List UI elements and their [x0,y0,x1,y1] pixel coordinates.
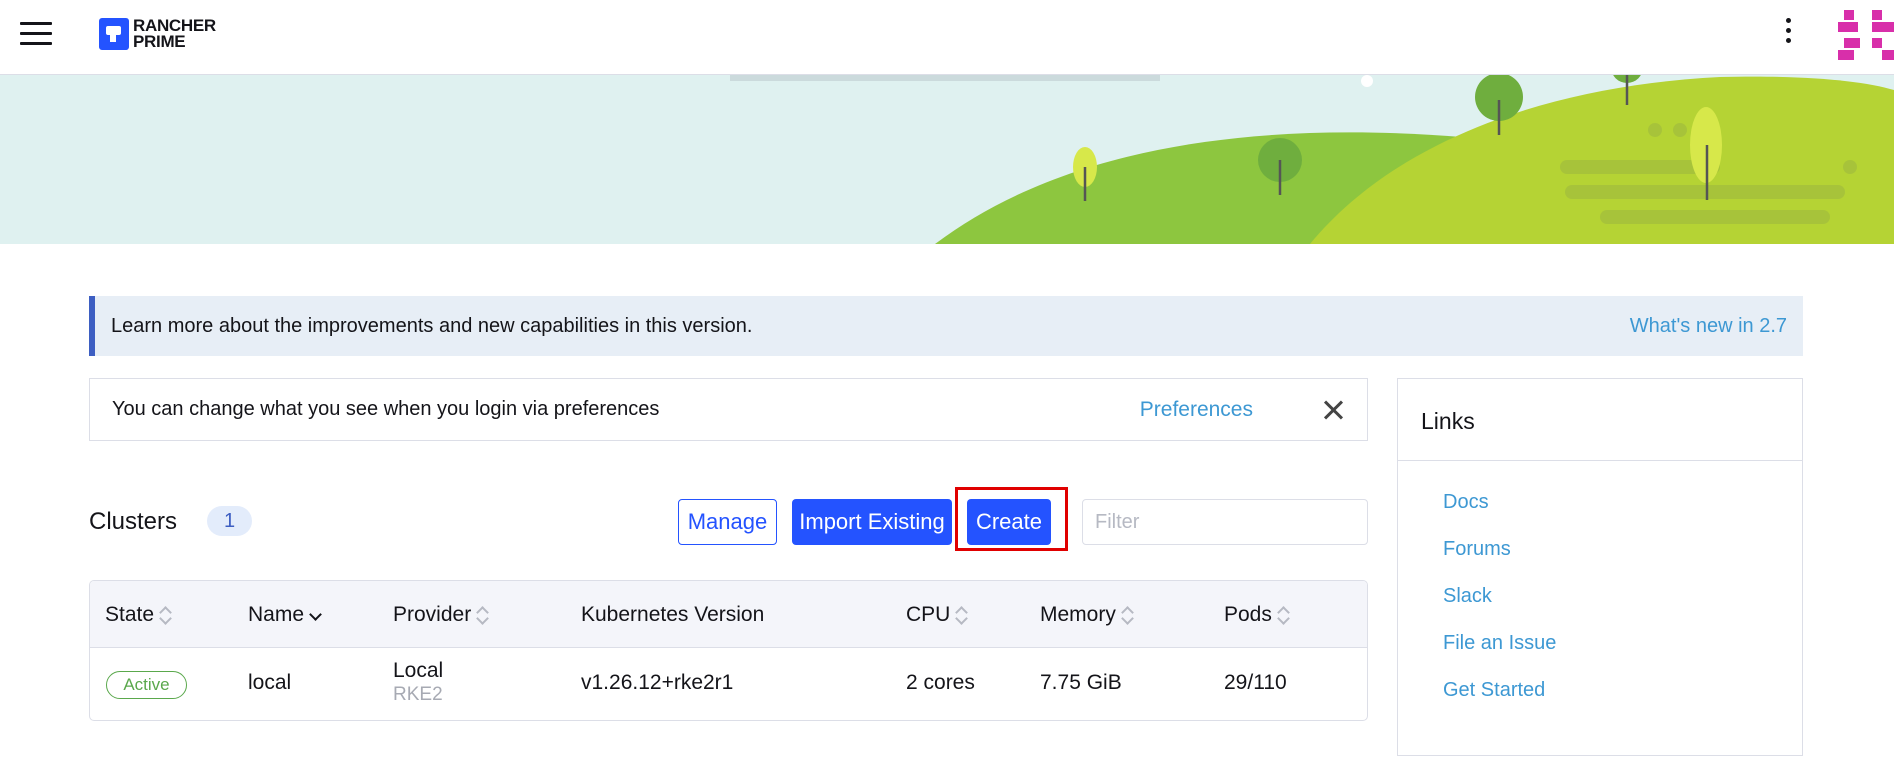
sort-icon [954,605,968,625]
provider-distro: RKE2 [393,684,443,705]
get-started-link[interactable]: Get Started [1398,675,1802,722]
whats-new-link[interactable]: What's new in 2.7 [1630,315,1787,338]
clusters-table: State Name Provider Kubernetes Version C… [89,580,1368,721]
release-notice: Learn more about the improvements and ne… [89,296,1803,356]
sort-icon [1120,605,1134,625]
rancher-prime-logo[interactable]: RANCHER PRIME [99,16,216,52]
kubernetes-version-cell: v1.26.12+rke2r1 [581,671,734,694]
column-provider[interactable]: Provider [393,603,489,627]
links-list: Docs Forums Slack File an Issue Get Star… [1398,461,1802,722]
cpu-cell: 2 cores [906,671,975,694]
avatar[interactable] [1838,6,1894,62]
column-pods[interactable]: Pods [1224,603,1290,627]
hills-illustration [730,75,1894,244]
table-header: State Name Provider Kubernetes Version C… [90,581,1367,648]
close-icon[interactable] [1321,398,1345,422]
sort-desc-icon [308,605,322,625]
filter-input[interactable] [1082,499,1368,545]
provider-name: Local [393,659,444,682]
logo-line-2: PRIME [133,32,186,51]
vertical-dots-icon[interactable] [1780,18,1796,48]
provider-cell: Local RKE2 [393,659,443,706]
preferences-notice: You can change what you see when you log… [89,378,1368,441]
manage-button[interactable]: Manage [678,499,777,545]
preferences-text: You can change what you see when you log… [112,398,660,420]
column-name[interactable]: Name [248,603,322,627]
links-panel: Links Docs Forums Slack File an Issue Ge… [1397,378,1803,756]
pods-cell: 29/110 [1224,671,1287,694]
hamburger-icon[interactable] [20,22,52,46]
clusters-count-badge: 1 [207,506,252,536]
column-state[interactable]: State [105,603,172,627]
top-header: RANCHER PRIME [0,0,1894,75]
preferences-link[interactable]: Preferences [1140,398,1253,422]
forums-link[interactable]: Forums [1398,534,1802,581]
cluster-name-link[interactable]: local [248,671,291,695]
column-kubernetes-version: Kubernetes Version [581,603,765,626]
import-existing-button[interactable]: Import Existing [792,499,952,545]
clusters-title: Clusters [89,508,178,535]
create-button[interactable]: Create [967,499,1051,545]
links-title: Links [1398,379,1802,461]
memory-cell: 7.75 GiB [1040,671,1122,694]
sort-icon [158,605,172,625]
file-an-issue-link[interactable]: File an Issue [1398,628,1802,675]
table-row: Active local Local RKE2 v1.26.12+rke2r1 … [90,648,1367,720]
rancher-logo-icon [99,18,129,50]
status-badge: Active [106,671,187,699]
welcome-banner [0,75,1894,244]
sort-icon [475,605,489,625]
docs-link[interactable]: Docs [1398,487,1802,534]
slack-link[interactable]: Slack [1398,581,1802,628]
column-memory[interactable]: Memory [1040,603,1134,627]
column-cpu[interactable]: CPU [906,603,968,627]
sort-icon [1276,605,1290,625]
notice-text: Learn more about the improvements and ne… [111,314,753,337]
